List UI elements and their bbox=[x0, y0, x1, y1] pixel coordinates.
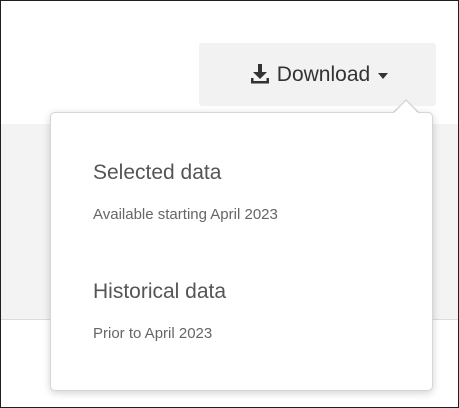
menu-item-subtitle: Available starting April 2023 bbox=[93, 206, 278, 223]
dropdown-pointer bbox=[394, 101, 418, 113]
menu-item-historical-data[interactable]: Historical data Prior to April 2023 bbox=[51, 279, 432, 343]
menu-item-title: Historical data bbox=[93, 280, 227, 303]
chevron-down-icon bbox=[378, 73, 389, 79]
menu-item-selected-data[interactable]: Selected data Available starting April 2… bbox=[51, 160, 432, 224]
download-dropdown-menu: Selected data Available starting April 2… bbox=[50, 112, 433, 391]
menu-item-title: Selected data bbox=[93, 161, 222, 184]
page-frame: Download Selected data Available startin… bbox=[0, 0, 459, 408]
download-button-label: Download bbox=[276, 62, 371, 86]
download-icon bbox=[249, 63, 271, 85]
menu-item-subtitle: Prior to April 2023 bbox=[93, 325, 213, 342]
download-button[interactable]: Download bbox=[199, 43, 436, 106]
